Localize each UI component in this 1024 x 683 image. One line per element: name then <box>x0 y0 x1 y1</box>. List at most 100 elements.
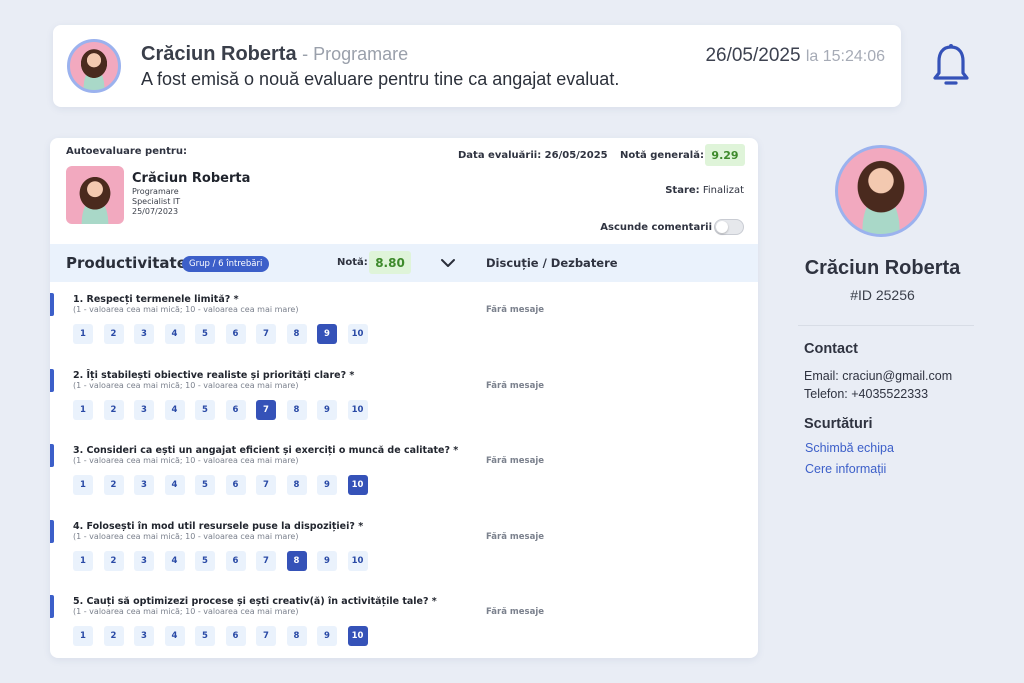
score-option-10[interactable]: 10 <box>347 324 368 344</box>
score-option-2[interactable]: 2 <box>103 399 124 420</box>
score-option-1[interactable]: 1 <box>73 626 93 646</box>
score-option-6[interactable]: 6 <box>225 626 246 646</box>
question-row: 1. Respecți termenele limită? * (1 - valo… <box>50 293 758 363</box>
score-option-8[interactable]: 8 <box>286 550 307 571</box>
score-selector: 1 2 3 4 5 6 7 8 9 10 <box>73 399 378 420</box>
profile-name: Crăciun Roberta <box>804 257 961 279</box>
question-row: 5. Cauți să optimizezi procese și ești c… <box>50 595 758 658</box>
question-row: 2. Îți stabilești obiective realiste și … <box>50 368 758 439</box>
score-option-9[interactable]: 9 <box>317 626 337 646</box>
notification-name: Crăciun Roberta <box>141 43 297 65</box>
score-option-10[interactable]: 10 <box>347 475 368 495</box>
question-messages: Fără mesaje <box>486 456 545 466</box>
self-evaluation-label: Autoevaluare pentru: <box>66 146 187 157</box>
question-title: 1. Respecți termenele limită? * <box>73 294 239 305</box>
score-option-5[interactable]: 5 <box>195 399 215 420</box>
employee-position: Specialist IT <box>132 197 181 206</box>
evaluation-date: Data evaluării: 26/05/2025 <box>458 150 608 161</box>
score-option-2[interactable]: 2 <box>103 550 124 571</box>
score-option-1[interactable]: 1 <box>73 550 93 571</box>
score-option-7[interactable]: 7 <box>256 324 276 344</box>
score-option-4[interactable]: 4 <box>164 399 185 420</box>
score-option-6[interactable]: 6 <box>225 550 246 571</box>
bell-icon[interactable] <box>931 43 971 89</box>
overall-grade-label: Notă generală: <box>620 150 704 161</box>
score-option-7[interactable]: 7 <box>256 475 276 495</box>
employee-name: Crăciun Roberta <box>132 171 251 186</box>
question-hint: (1 - valoarea cea mai mică; 10 - valoare… <box>73 305 299 314</box>
score-option-3[interactable]: 3 <box>134 626 154 646</box>
employee-date: 25/07/2023 <box>132 207 179 216</box>
score-option-4[interactable]: 4 <box>164 550 185 571</box>
score-option-6[interactable]: 6 <box>225 324 246 344</box>
score-option-7[interactable]: 7 <box>256 399 276 420</box>
question-marker <box>50 444 54 467</box>
hide-comments-label: Ascunde comentarii <box>600 222 712 233</box>
notification-timestamp: 26/05/2025 la 15:24:06 <box>705 45 885 67</box>
state-label: Stare: <box>665 185 700 196</box>
state-value: Finalizat <box>702 185 744 196</box>
score-option-10[interactable]: 10 <box>347 626 368 646</box>
score-option-5[interactable]: 5 <box>195 626 215 646</box>
notification-card[interactable]: Crăciun Roberta - Programare A fost emis… <box>53 25 901 107</box>
section-title: Productivitate <box>66 254 187 272</box>
score-option-5[interactable]: 5 <box>195 475 215 495</box>
employee-department: Programare <box>132 187 179 196</box>
score-option-2[interactable]: 2 <box>103 475 124 495</box>
score-option-2[interactable]: 2 <box>103 324 124 344</box>
question-messages: Fără mesaje <box>486 607 545 617</box>
score-option-4[interactable]: 4 <box>164 626 185 646</box>
notification-avatar <box>67 39 121 93</box>
score-option-3[interactable]: 3 <box>134 399 154 420</box>
score-selector: 1 2 3 4 5 6 7 8 9 10 <box>73 626 378 646</box>
request-info-link[interactable]: Cere informații <box>805 462 886 476</box>
notification-title: Crăciun Roberta - Programare <box>141 43 408 66</box>
question-row: 3. Consideri ca ești un angajat eficient… <box>50 444 758 514</box>
score-option-1[interactable]: 1 <box>73 475 93 495</box>
score-option-9[interactable]: 9 <box>317 324 337 344</box>
score-option-9[interactable]: 9 <box>317 550 337 571</box>
score-option-4[interactable]: 4 <box>164 475 185 495</box>
score-option-6[interactable]: 6 <box>225 475 246 495</box>
score-option-6[interactable]: 6 <box>225 399 246 420</box>
question-row: 4. Folosești în mod util resursele puse … <box>50 519 758 590</box>
chevron-down-icon[interactable] <box>440 257 456 269</box>
question-marker <box>50 293 54 316</box>
discussion-header: Discuție / Dezbatere <box>486 256 618 270</box>
evaluation-card: Autoevaluare pentru: Crăciun Roberta Pro… <box>50 138 758 658</box>
score-option-1[interactable]: 1 <box>73 324 93 344</box>
hide-comments-toggle[interactable] <box>714 219 744 235</box>
shortcuts-heading: Scurtături <box>804 416 873 432</box>
score-option-3[interactable]: 3 <box>134 550 154 571</box>
score-option-1[interactable]: 1 <box>73 399 93 420</box>
question-hint: (1 - valoarea cea mai mică; 10 - valoare… <box>73 531 299 541</box>
score-option-7[interactable]: 7 <box>256 550 276 571</box>
score-option-9[interactable]: 9 <box>317 399 337 420</box>
question-title: 2. Îți stabilești obiective realiste și … <box>73 369 355 381</box>
score-option-4[interactable]: 4 <box>164 324 185 344</box>
question-title: 3. Consideri ca ești un angajat eficient… <box>73 445 459 456</box>
score-selector: 1 2 3 4 5 6 7 8 9 10 <box>73 324 378 344</box>
score-option-3[interactable]: 3 <box>134 324 154 344</box>
score-option-8[interactable]: 8 <box>286 324 307 344</box>
employee-avatar <box>66 166 124 224</box>
score-selector: 1 2 3 4 5 6 7 8 9 10 <box>73 550 378 571</box>
score-option-10[interactable]: 10 <box>347 550 368 571</box>
question-marker <box>50 595 54 618</box>
score-option-7[interactable]: 7 <box>256 626 276 646</box>
score-option-2[interactable]: 2 <box>103 626 124 646</box>
contact-phone: Telefon: +4035522333 <box>804 387 929 401</box>
score-option-3[interactable]: 3 <box>134 475 154 495</box>
notification-date: 26/05/2025 <box>705 45 801 66</box>
score-option-8[interactable]: 8 <box>286 399 307 420</box>
score-option-10[interactable]: 10 <box>347 399 368 420</box>
section-header: Productivitate Grup / 6 întrebări Notă: … <box>50 244 758 282</box>
score-option-9[interactable]: 9 <box>317 475 337 495</box>
score-option-5[interactable]: 5 <box>195 324 215 344</box>
score-option-8[interactable]: 8 <box>286 626 307 646</box>
score-option-8[interactable]: 8 <box>286 475 307 495</box>
contact-heading: Contact <box>804 341 858 357</box>
change-team-link[interactable]: Schimbă echipa <box>805 441 894 455</box>
score-option-5[interactable]: 5 <box>195 550 215 571</box>
score-selector: 1 2 3 4 5 6 7 8 9 10 <box>73 475 378 495</box>
